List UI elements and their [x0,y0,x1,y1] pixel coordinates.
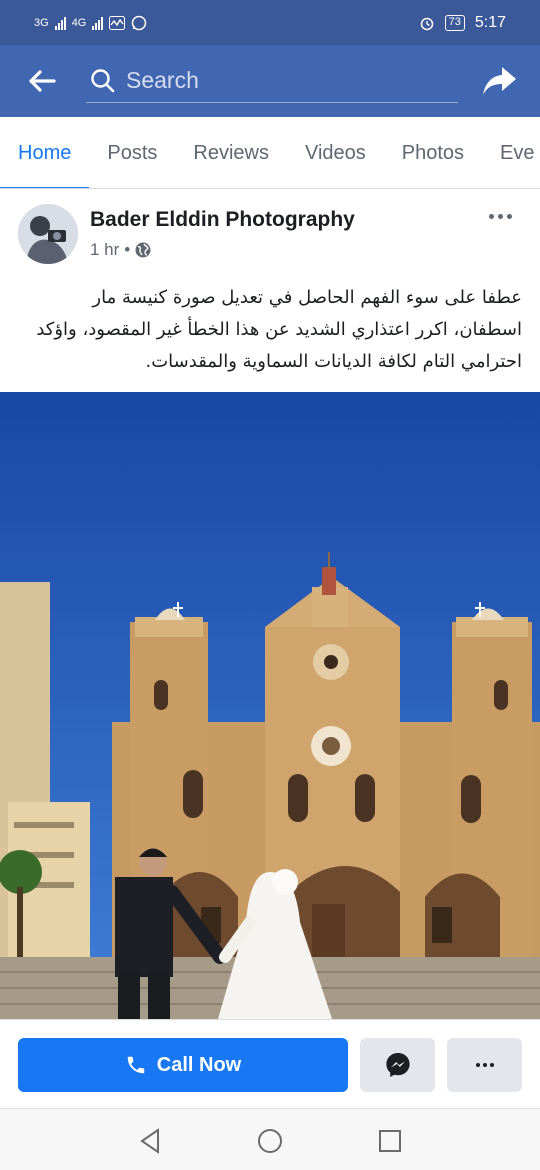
system-nav-bar [0,1108,540,1170]
status-left: 3G 4G [34,15,147,31]
back-button[interactable] [0,45,84,117]
square-recents-icon [379,1130,401,1152]
share-arrow-icon [483,67,516,95]
signal-icon [54,16,66,30]
network-3g: 3G [34,16,49,29]
post-meta: 1 hr • [90,240,151,260]
tab-posts[interactable]: Posts [89,117,175,188]
clock: 5:17 [474,13,506,31]
church-wedding-photo [0,392,540,1019]
globe-icon [135,242,151,258]
triangle-back-icon [140,1128,159,1154]
messenger-icon [385,1053,410,1077]
call-now-button[interactable]: Call Now [18,1038,348,1092]
tab-photos[interactable]: Photos [384,117,482,188]
phone-icon [127,1056,145,1074]
page-name[interactable]: Bader Elddin Photography [90,208,355,232]
search-bar[interactable] [86,59,458,103]
network-4g: 4G [71,16,87,29]
signal-icon-2 [92,16,104,30]
more-actions-button[interactable] [447,1038,522,1092]
avatar-image [18,204,78,264]
dot-icon [488,213,494,219]
tab-reviews[interactable]: Reviews [175,117,287,188]
meta-separator: • [124,240,131,259]
whatsapp-icon [132,15,147,30]
tab-home[interactable]: Home [0,117,90,188]
top-nav [0,45,540,117]
share-button[interactable] [480,61,520,101]
post-photo[interactable] [0,392,540,1019]
tab-videos[interactable]: Videos [287,117,384,188]
search-icon [91,68,115,92]
circle-home-icon [258,1129,282,1153]
battery-indicator: 73 [444,14,465,31]
dot-icon [482,1063,487,1067]
status-right: 73 5:17 [419,14,506,32]
action-bar: Call Now [0,1019,540,1108]
post-options-button[interactable] [482,206,518,226]
dot-icon [489,1063,494,1067]
page-avatar[interactable] [18,204,78,264]
alarm-icon [420,17,433,30]
post-time[interactable]: 1 hr [90,240,119,260]
dot-icon [506,213,512,219]
post-text: عطفا على سوء الفهم الحاصل في تعديل صورة … [36,287,522,372]
battery-level: 73 [448,16,461,28]
call-now-label: Call Now [156,1053,242,1076]
messenger-button[interactable] [360,1038,435,1092]
system-recents-button[interactable] [370,1121,410,1161]
system-home-button[interactable] [250,1121,290,1161]
post-header: Bader Elddin Photography 1 hr • [0,190,540,270]
search-input[interactable] [126,67,426,94]
tab-events[interactable]: Eve [482,117,540,188]
activity-icon [109,15,126,30]
back-arrow-icon [29,70,56,92]
system-back-button[interactable] [130,1121,170,1161]
dot-icon [497,213,503,219]
page-tabs: Home Posts Reviews Videos Photos Eve [0,117,540,189]
status-bar: 3G 4G 73 5:17 [0,0,540,45]
dot-icon [475,1063,480,1067]
